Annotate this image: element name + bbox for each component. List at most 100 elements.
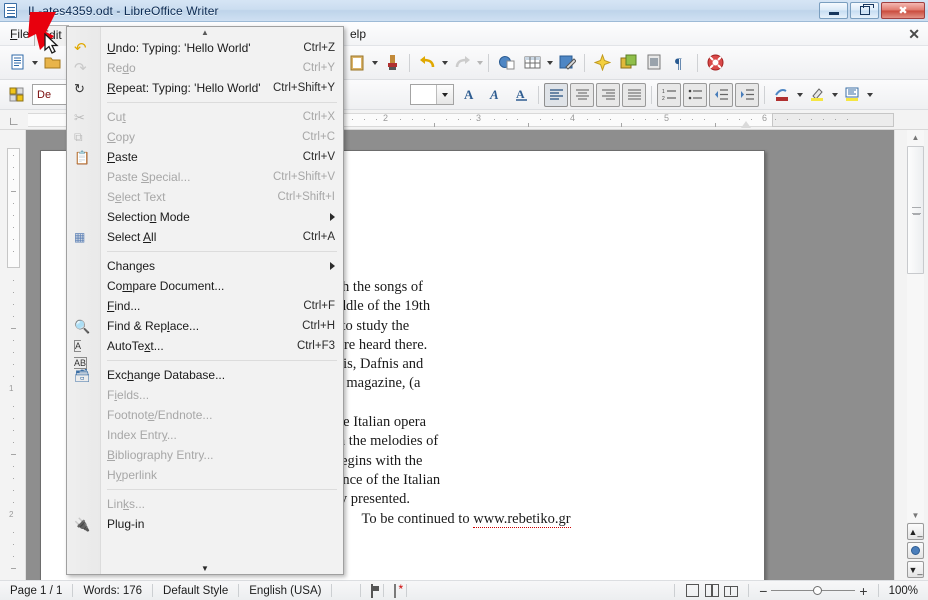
- highlighting-dropdown-icon[interactable]: [830, 86, 839, 104]
- svg-text:¶: ¶: [675, 56, 682, 71]
- menu-item-exchange-database[interactable]: 🗃 Exchange Database...: [67, 365, 343, 385]
- menu-scroll-up-icon[interactable]: ▲: [67, 27, 343, 38]
- vertical-scrollbar[interactable]: ▲ ▼ ▲_ ▼_: [894, 130, 928, 580]
- hyperlink-icon[interactable]: [494, 51, 518, 75]
- vertical-ruler[interactable]: 1 2: [0, 130, 26, 580]
- select-all-icon: ▦: [74, 230, 86, 244]
- clone-formatting-icon[interactable]: [380, 51, 404, 75]
- navigation-button[interactable]: [907, 542, 924, 559]
- menu-item-selection-mode[interactable]: Selection Mode: [67, 207, 343, 227]
- scroll-down-icon[interactable]: ▼: [907, 508, 924, 522]
- insert-table-dropdown-icon[interactable]: [545, 54, 554, 72]
- repeat-icon: ↻: [74, 81, 85, 96]
- scrollbar-thumb[interactable]: [907, 146, 924, 274]
- zoom-slider-track[interactable]: [771, 586, 856, 595]
- justified-icon[interactable]: [622, 82, 646, 107]
- formatting-marks-icon[interactable]: ¶: [668, 51, 692, 75]
- menu-item-repeat-typing-hello-world[interactable]: ↻ Repeat: Typing: 'Hello World' Ctrl+Shift…: [67, 78, 343, 98]
- language-indicator[interactable]: English (USA): [239, 585, 331, 597]
- redo-dropdown-icon[interactable]: [475, 54, 484, 72]
- zoom-slider-knob[interactable]: [813, 586, 823, 595]
- paste-dropdown-icon[interactable]: [370, 54, 379, 72]
- menu-item-autotext[interactable]: A AB AutoText... Ctrl+F3: [67, 336, 343, 369]
- next-page-button[interactable]: ▼_: [907, 561, 924, 578]
- selection-mode-icon[interactable]: [361, 583, 383, 598]
- tab-stop-icon[interactable]: ∟: [8, 114, 20, 128]
- align-left-icon[interactable]: [544, 82, 568, 107]
- menu-item-help[interactable]: elp: [344, 25, 372, 43]
- unsaved-changes-icon[interactable]: [384, 583, 406, 598]
- menu-item-label: Select All: [107, 230, 157, 244]
- new-document-dropdown-icon[interactable]: [30, 54, 39, 72]
- indent-marker[interactable]: [741, 121, 751, 128]
- zoom-out-button[interactable]: −: [755, 584, 771, 598]
- zoom-in-button[interactable]: +: [855, 584, 871, 598]
- font-size-dropdown-icon[interactable]: [436, 85, 453, 104]
- previous-page-button[interactable]: ▲_: [907, 523, 924, 540]
- zoom-slider[interactable]: − +: [749, 584, 877, 598]
- zoom-level[interactable]: 100%: [879, 585, 928, 597]
- close-document-icon[interactable]: ✕: [908, 26, 920, 42]
- underline-icon[interactable]: A: [509, 83, 533, 107]
- background-color-icon[interactable]: [840, 83, 864, 107]
- paste-icon[interactable]: [345, 51, 369, 75]
- align-right-icon[interactable]: [596, 82, 620, 107]
- menu-item-compare-document[interactable]: Compare Document...: [67, 276, 343, 296]
- show-draw-functions-icon[interactable]: [555, 51, 579, 75]
- font-size-combobox[interactable]: [410, 84, 454, 105]
- bold-icon[interactable]: A: [457, 83, 481, 107]
- undo-icon: ↶: [74, 40, 87, 57]
- menu-item-find-replace[interactable]: 🔍 Find & Replace... Ctrl+H: [67, 316, 343, 336]
- insert-table-icon[interactable]: [520, 51, 544, 75]
- highlighting-icon[interactable]: [805, 83, 829, 107]
- unordered-list-icon[interactable]: [683, 82, 707, 107]
- menu-item-plug-in[interactable]: 🔌 Plug-in: [67, 514, 343, 534]
- redo-icon[interactable]: [450, 51, 474, 75]
- menu-scroll-down-icon[interactable]: ▼: [67, 563, 343, 574]
- word-count[interactable]: Words: 176: [73, 585, 152, 597]
- ruler-number: 2: [383, 113, 389, 123]
- plugin-icon: 🔌: [74, 517, 91, 532]
- menu-item-changes[interactable]: Changes: [67, 256, 343, 276]
- italic-icon[interactable]: A: [483, 83, 507, 107]
- font-color-icon[interactable]: [770, 83, 794, 107]
- insert-field-icon[interactable]: [616, 51, 640, 75]
- paragraph-style-apply-icon[interactable]: [5, 83, 29, 107]
- minimize-button[interactable]: [819, 2, 848, 19]
- menu-item-paste[interactable]: 📋 Paste Ctrl+V: [67, 147, 343, 167]
- insert-special-character-icon[interactable]: [590, 51, 614, 75]
- mouse-pointer: [44, 33, 59, 54]
- menu-item-select-all[interactable]: ▦ Select All Ctrl+A: [67, 227, 343, 247]
- toolbar-separator: [538, 85, 539, 104]
- menu-item-find[interactable]: Find... Ctrl+F: [67, 296, 343, 316]
- decrease-indent-icon[interactable]: [709, 82, 733, 107]
- menu-item-shortcut: Ctrl+Z: [303, 42, 335, 54]
- increase-indent-icon[interactable]: [735, 82, 759, 107]
- toolbar-separator: [697, 53, 698, 72]
- book-view-icon[interactable]: [724, 584, 739, 597]
- scroll-up-icon[interactable]: ▲: [907, 130, 924, 144]
- new-document-icon[interactable]: [5, 51, 29, 75]
- single-page-view-icon[interactable]: [686, 584, 700, 597]
- rebetiko-url[interactable]: www.rebetiko.gr: [473, 510, 571, 528]
- insert-object-icon[interactable]: [642, 51, 666, 75]
- ordered-list-icon[interactable]: 12: [657, 82, 681, 107]
- menu-item-shortcut: Ctrl+H: [302, 320, 335, 332]
- page-style[interactable]: Default Style: [153, 585, 238, 597]
- background-color-dropdown-icon[interactable]: [865, 86, 874, 104]
- multi-page-view-icon[interactable]: [705, 584, 720, 597]
- toolbar-separator: [409, 53, 410, 72]
- undo-icon[interactable]: [415, 51, 439, 75]
- edit-menu-popup[interactable]: ▲ ↶ Undo: Typing: 'Hello World' Ctrl+Z ↷ Red…: [66, 26, 344, 575]
- status-bar: Page 1 / 1 Words: 176 Default Style Engl…: [0, 580, 928, 600]
- restore-button[interactable]: [850, 2, 879, 19]
- undo-dropdown-icon[interactable]: [440, 54, 449, 72]
- ruler-number: 2: [9, 510, 14, 519]
- close-button[interactable]: ✖: [881, 2, 925, 19]
- align-center-icon[interactable]: [570, 82, 594, 107]
- help-icon[interactable]: [703, 51, 727, 75]
- menu-item-undo-typing-hello-world[interactable]: ↶ Undo: Typing: 'Hello World' Ctrl+Z: [67, 38, 343, 58]
- font-color-dropdown-icon[interactable]: [795, 86, 804, 104]
- menu-item-fields: Fields...: [67, 385, 343, 405]
- page-indicator[interactable]: Page 1 / 1: [0, 585, 72, 597]
